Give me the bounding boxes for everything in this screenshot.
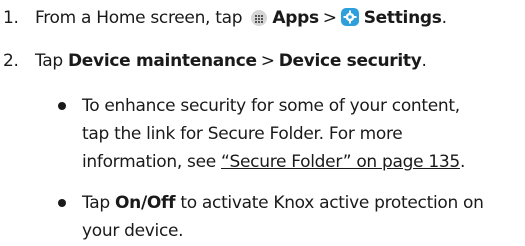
step-1: 1. From a Home screen, tap Apps > Settings… bbox=[0, 6, 447, 30]
bullet-line: tap the link for Secure Folder. For more bbox=[82, 124, 403, 144]
bullet-line: Tap On/Off to activate Knox active prote… bbox=[82, 193, 484, 213]
bullet-line: To enhance security for some of your con… bbox=[82, 96, 460, 116]
bullet-line: information, see “Secure Folder” on page… bbox=[82, 152, 466, 172]
step-number: 2. bbox=[3, 51, 19, 71]
step-suffix: . bbox=[441, 8, 447, 28]
bullet-line: your device. bbox=[82, 221, 184, 241]
bullet-dot bbox=[58, 102, 66, 110]
secure-folder-link[interactable]: “Secure Folder” on page 135 bbox=[221, 152, 460, 172]
on-off-label: On/Off bbox=[115, 193, 176, 213]
settings-gear-icon bbox=[340, 8, 359, 26]
apps-grid-icon bbox=[251, 10, 268, 26]
settings-label: Settings bbox=[363, 8, 442, 28]
separator: > bbox=[322, 8, 337, 28]
step-text: Tap bbox=[35, 51, 63, 71]
step-suffix: . bbox=[421, 51, 427, 71]
step-2: 2. Tap Device maintenance > Device security… bbox=[0, 49, 427, 73]
separator: > bbox=[260, 51, 275, 71]
step-number: 1. bbox=[3, 8, 19, 28]
device-security-label: Device security bbox=[278, 51, 422, 71]
step-text: From a Home screen, tap bbox=[35, 8, 243, 28]
apps-label: Apps bbox=[272, 8, 319, 28]
bullet-dot bbox=[58, 199, 66, 207]
device-maintenance-label: Device maintenance bbox=[68, 51, 257, 71]
